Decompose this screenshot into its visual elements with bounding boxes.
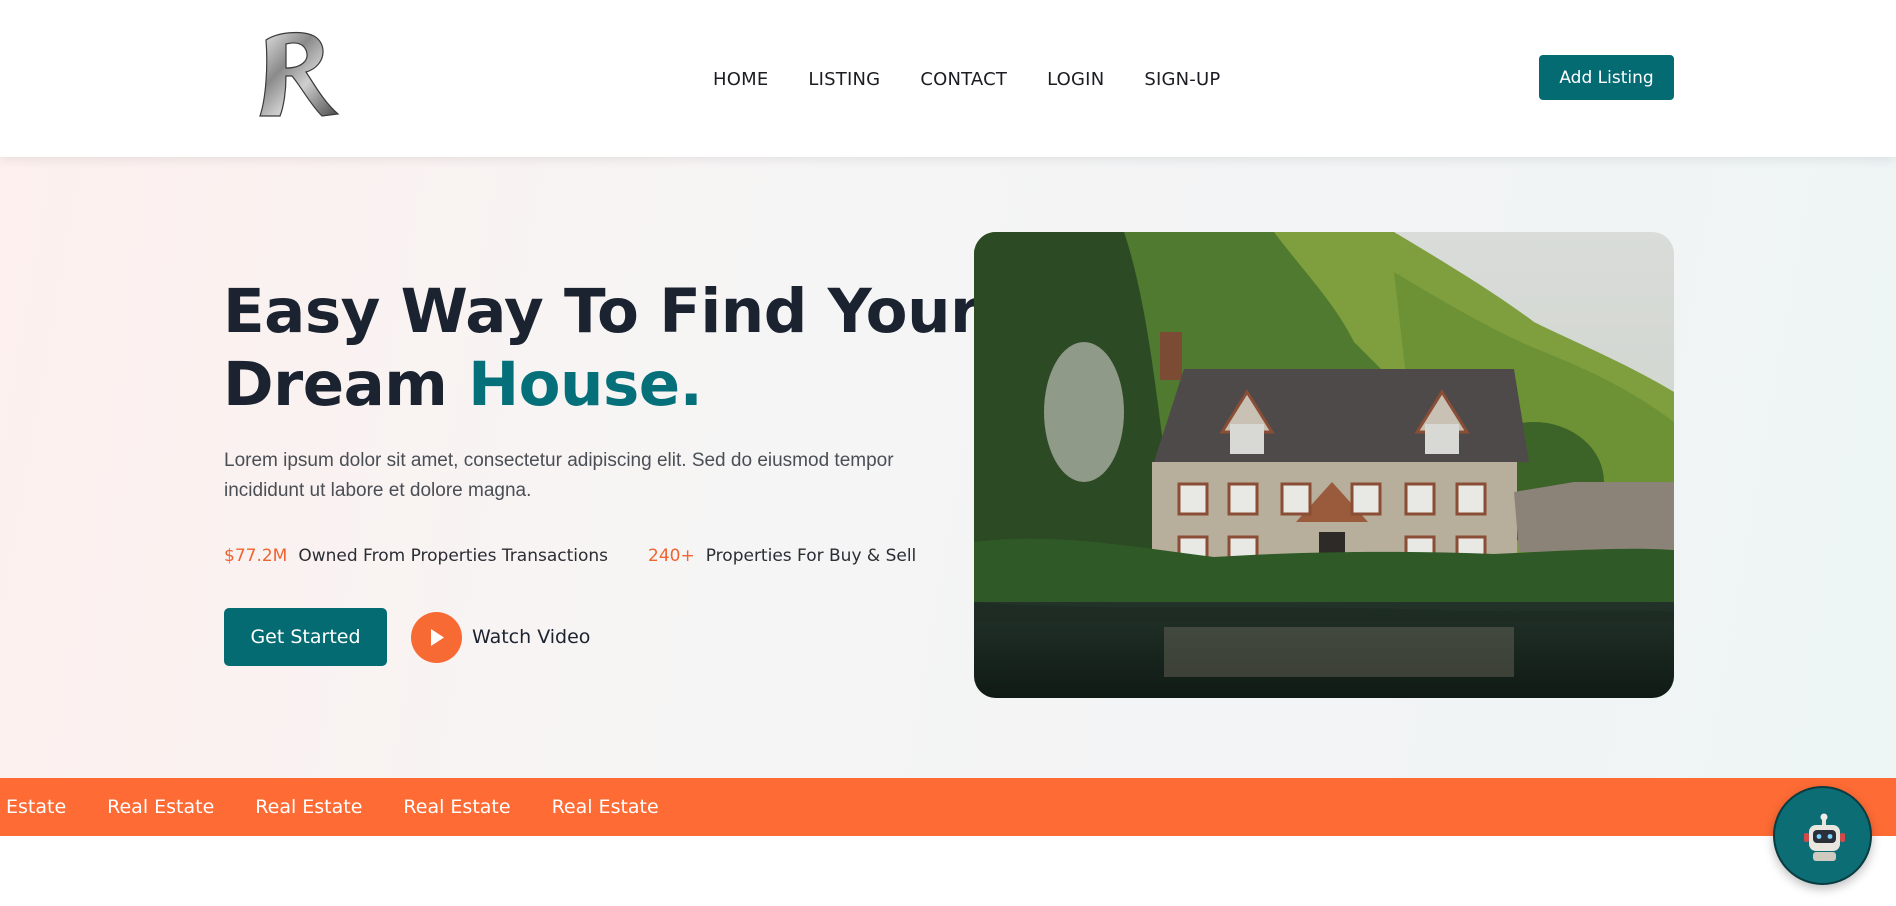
add-listing-button[interactable]: Add Listing	[1539, 55, 1674, 100]
chatbot-button[interactable]	[1773, 786, 1872, 885]
hero-section: Easy Way To Find Your Dream House. Lorem…	[0, 157, 1896, 778]
watch-video-link[interactable]: Watch Video	[472, 625, 590, 649]
hero-headline: Easy Way To Find Your Dream House.	[223, 275, 980, 421]
nav-contact[interactable]: CONTACT	[920, 68, 1007, 92]
hero-description: Lorem ipsum dolor sit amet, consectetur …	[224, 450, 894, 501]
ticker-item: Real Estate	[255, 796, 363, 818]
real-estate-ticker: Real Estate Real Estate Real Estate Real…	[0, 778, 1896, 836]
nav-listing[interactable]: LISTING	[808, 68, 880, 92]
headline-line-1: Easy Way To Find Your	[223, 276, 980, 347]
main-nav: HOME LISTING CONTACT LOGIN SIGN-UP	[713, 68, 1260, 92]
play-icon	[431, 629, 444, 646]
ticker-item: Real Estate	[551, 796, 659, 818]
hero-stats: $77.2M Owned From Properties Transaction…	[224, 544, 916, 568]
house-by-lake-photo	[974, 232, 1674, 698]
ticker-item: Real Estate	[107, 796, 215, 818]
stat-value-properties: 240+	[648, 546, 695, 566]
robot-icon	[1804, 813, 1845, 861]
site-header: HOME LISTING CONTACT LOGIN SIGN-UP Add L…	[0, 0, 1896, 157]
stat-label-properties: Properties For Buy & Sell	[705, 546, 917, 566]
headline-accent: House.	[468, 349, 703, 420]
nav-sign-up[interactable]: SIGN-UP	[1144, 68, 1220, 92]
nav-login[interactable]: LOGIN	[1047, 68, 1104, 92]
ticker-item: Real Estate	[403, 796, 511, 818]
play-button[interactable]	[411, 612, 462, 663]
stat-value-transactions: $77.2M	[224, 546, 288, 566]
headline-line-2-plain: Dream	[223, 349, 469, 420]
nav-home[interactable]: HOME	[713, 68, 768, 92]
ticker-track: Real Estate Real Estate Real Estate Real…	[0, 778, 700, 836]
logo[interactable]	[252, 26, 344, 120]
stat-label-transactions: Owned From Properties Transactions	[298, 546, 609, 566]
logo-r-icon	[259, 31, 340, 117]
get-started-button[interactable]: Get Started	[224, 608, 387, 666]
ticker-item: Real Estate	[0, 796, 67, 818]
